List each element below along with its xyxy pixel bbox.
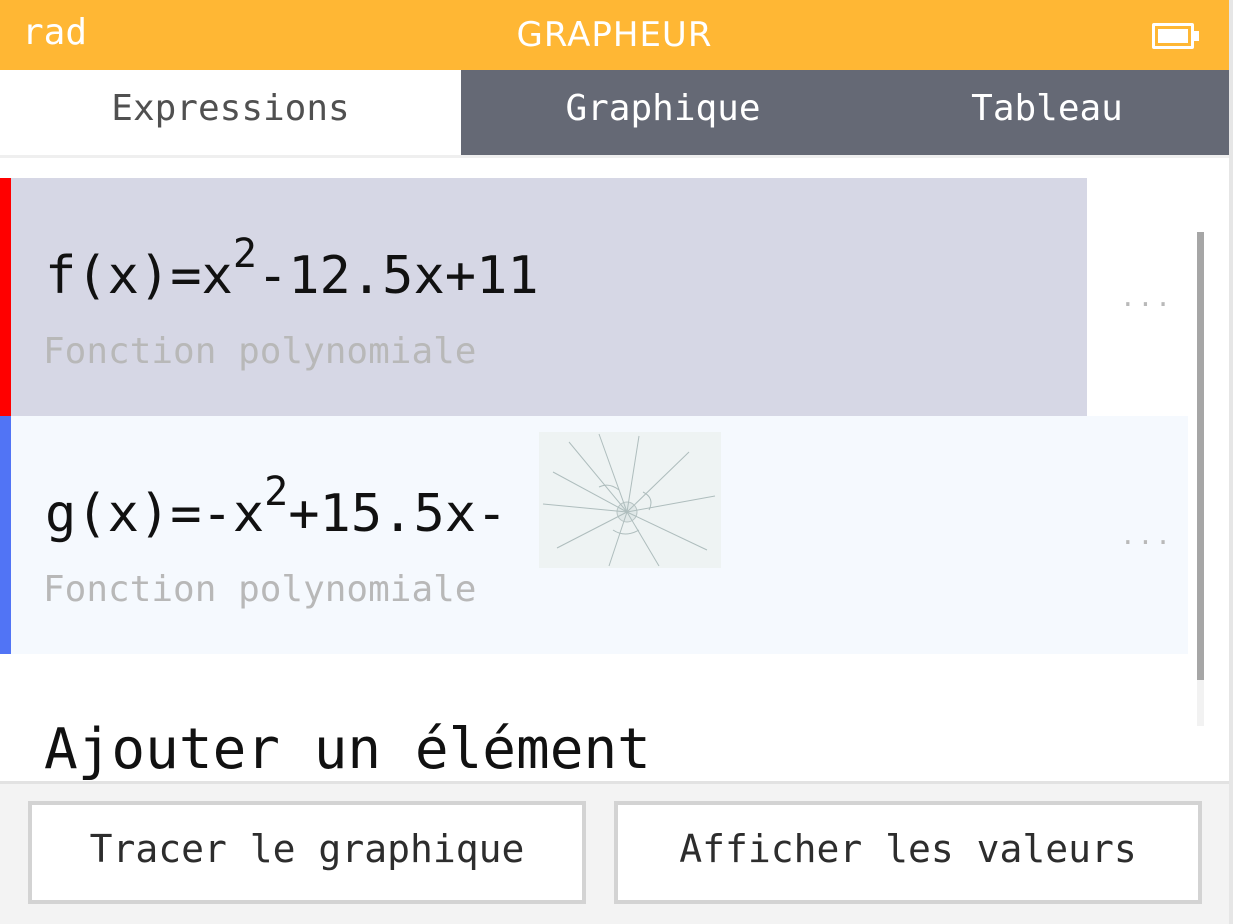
formula-f: f(x)=x2-12.5x+11 bbox=[45, 234, 539, 316]
expression-cell-g[interactable]: g(x)=-x2+15.5x- Fonction polynomiale bbox=[11, 416, 1188, 654]
more-options-button-g[interactable]: ... bbox=[1120, 516, 1190, 556]
crack-icon bbox=[542, 433, 716, 567]
bottom-button-bar: Tracer le graphique Afficher les valeurs bbox=[0, 781, 1229, 924]
function-color-indicator bbox=[0, 416, 11, 654]
formula-lhs: f(x)=x bbox=[45, 246, 233, 306]
status-bar: rad GRAPHEUR bbox=[0, 0, 1229, 70]
tab-tableau[interactable]: Tableau bbox=[865, 70, 1229, 155]
formula-lhs: g(x)=-x bbox=[45, 484, 265, 544]
expression-list: f(x)=x2-12.5x+11 Fonction polynomiale ..… bbox=[0, 155, 1229, 782]
expression-row-f: f(x)=x2-12.5x+11 Fonction polynomiale ..… bbox=[0, 178, 1188, 416]
formula-rhs: +15.5x- bbox=[288, 484, 508, 544]
function-color-indicator bbox=[0, 178, 11, 416]
formula-g: g(x)=-x2+15.5x- bbox=[45, 472, 508, 554]
plot-graph-button[interactable]: Tracer le graphique bbox=[28, 801, 586, 904]
list-separator bbox=[0, 155, 1229, 177]
app-title: GRAPHEUR bbox=[516, 15, 713, 55]
expression-cell-f[interactable]: f(x)=x2-12.5x+11 Fonction polynomiale bbox=[11, 178, 1087, 416]
function-type-label: Fonction polynomiale bbox=[43, 569, 477, 610]
scrollbar-thumb[interactable] bbox=[1197, 232, 1204, 680]
tab-bar: Expressions Graphique Tableau bbox=[0, 70, 1229, 155]
expression-row-g: g(x)=-x2+15.5x- Fonction polynomiale ... bbox=[0, 416, 1188, 654]
screen-edge bbox=[1229, 0, 1233, 924]
calculator-screen: rad GRAPHEUR Expressions Graphique Table… bbox=[0, 0, 1233, 924]
more-options-button-f[interactable]: ... bbox=[1120, 278, 1190, 318]
battery-full-icon bbox=[1152, 23, 1199, 49]
formula-rhs: -12.5x+11 bbox=[256, 246, 539, 306]
formula-exponent: 2 bbox=[264, 468, 289, 515]
function-type-label: Fonction polynomiale bbox=[43, 331, 477, 372]
formula-exponent: 2 bbox=[232, 230, 257, 277]
add-element-button[interactable]: Ajouter un élément bbox=[44, 715, 651, 785]
cracked-screen-overlay bbox=[539, 432, 721, 568]
tab-graphique[interactable]: Graphique bbox=[461, 70, 865, 155]
show-values-button[interactable]: Afficher les valeurs bbox=[614, 801, 1202, 904]
tab-expressions[interactable]: Expressions bbox=[0, 70, 461, 155]
